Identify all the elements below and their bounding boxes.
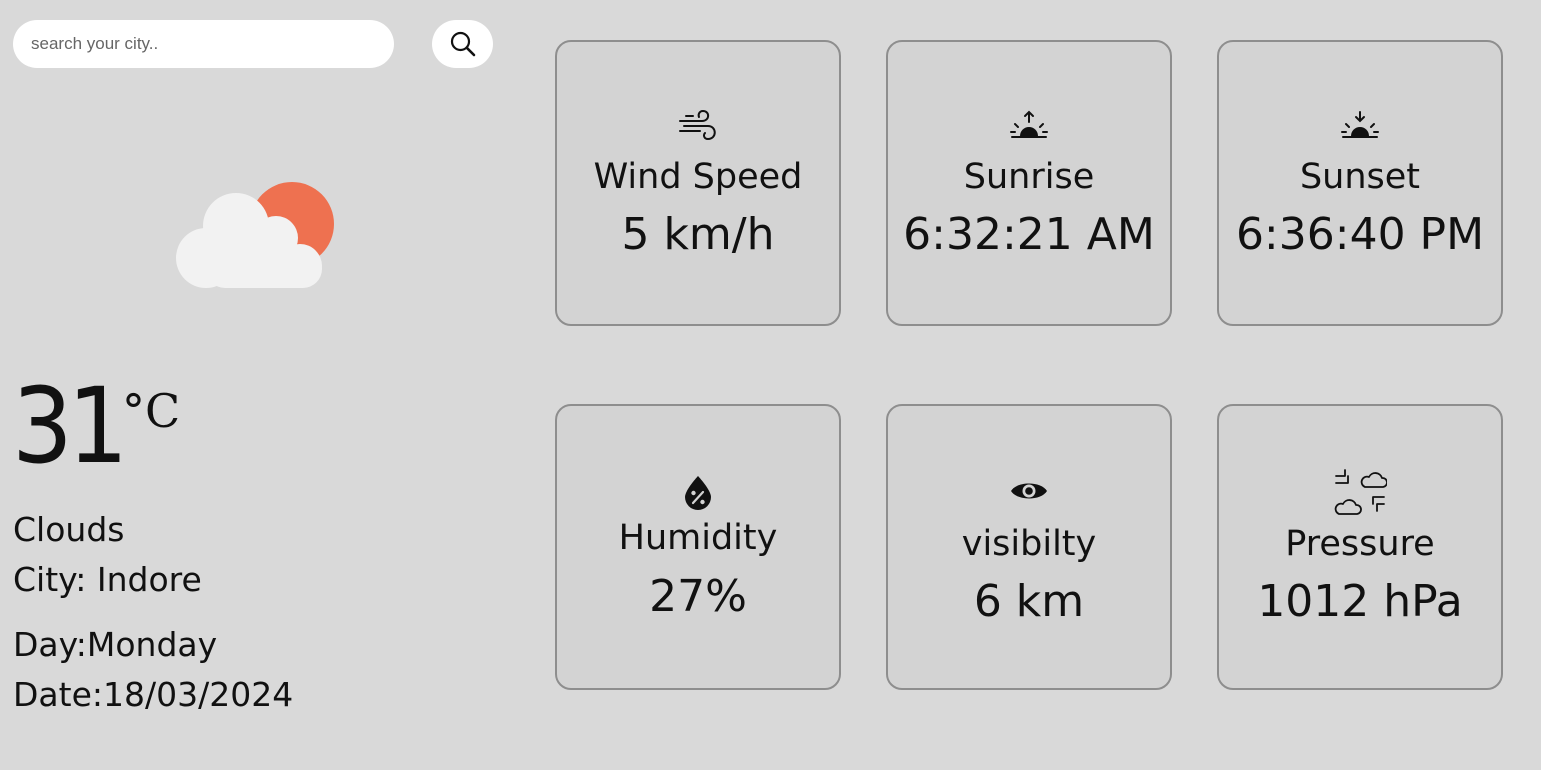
card-value: 27%: [649, 571, 747, 622]
visibility-card: visibilty 6 km: [886, 404, 1172, 690]
weather-app: 31 °C Clouds City: Indore Day:Monday Dat…: [0, 0, 1541, 770]
partly-cloudy-day-icon: [176, 182, 334, 288]
temperature-unit: °C: [122, 384, 181, 438]
card-value: 6 km: [973, 576, 1085, 627]
sunrise-card: Sunrise 6:32:21 AM: [886, 40, 1172, 326]
day-label: Day:Monday: [13, 625, 218, 664]
humidity-icon: [685, 476, 711, 510]
search-button[interactable]: [432, 20, 493, 68]
card-label: visibilty: [961, 524, 1097, 564]
sunset-icon: [1341, 111, 1379, 138]
card-value: 6:32:21 AM: [903, 209, 1155, 260]
card-value: 5 km/h: [621, 209, 775, 260]
weather-condition: Clouds: [13, 510, 125, 549]
pressure-card: Pressure 1012 hPa: [1217, 404, 1503, 690]
search-input[interactable]: [13, 20, 394, 68]
sunset-card: Sunset 6:36:40 PM: [1217, 40, 1503, 326]
city-name: City: Indore: [13, 560, 202, 599]
wind-icon: [679, 109, 716, 141]
pressure-icon: [1334, 469, 1387, 515]
card-value: 1012 hPa: [1257, 576, 1463, 627]
card-label: Wind Speed: [593, 157, 803, 197]
card-label: Pressure: [1285, 524, 1435, 564]
temperature-value: 31: [12, 365, 128, 487]
sunrise-icon: [1010, 110, 1048, 138]
search-icon: [450, 31, 475, 57]
card-label: Sunset: [1299, 157, 1421, 197]
card-label: Humidity: [618, 518, 778, 558]
humidity-card: Humidity 27%: [555, 404, 841, 690]
card-label: Sunrise: [963, 157, 1095, 197]
date-label: Date:18/03/2024: [13, 675, 294, 714]
visibility-eye-icon: [1011, 483, 1047, 499]
wind-speed-card: Wind Speed 5 km/h: [555, 40, 841, 326]
card-value: 6:36:40 PM: [1235, 209, 1485, 260]
